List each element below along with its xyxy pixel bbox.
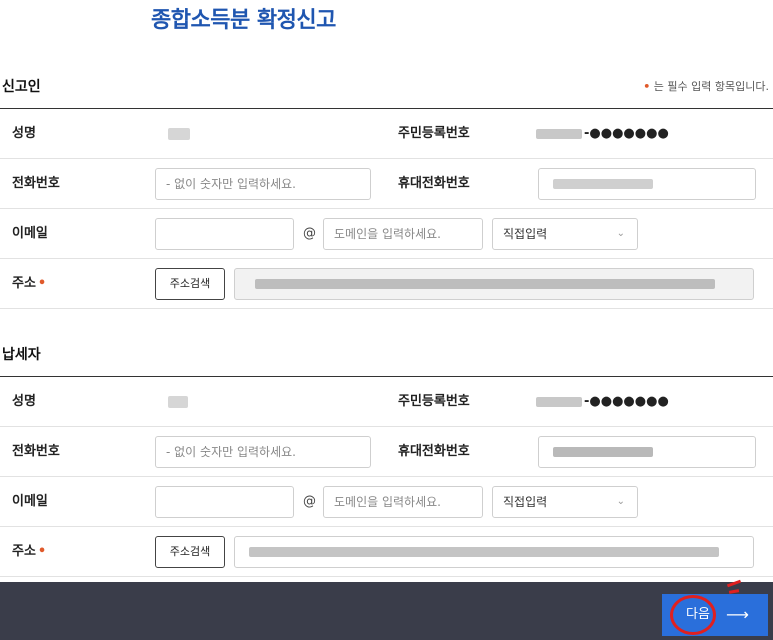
bottom-action-bar bbox=[0, 582, 773, 640]
masked-value bbox=[249, 547, 719, 557]
required-mark: • bbox=[37, 276, 47, 291]
masked-value bbox=[553, 179, 653, 189]
taxpayer-rrn-label: 주민등록번호 bbox=[398, 394, 470, 409]
taxpayer-form: 성명 주민등록번호 -●●●●●●● 전화번호 - 없이 숫자만 입력하세요. … bbox=[0, 376, 773, 577]
reporter-email-id-input[interactable] bbox=[155, 218, 294, 250]
taxpayer-address-row: 주소 • 주소검색 bbox=[0, 527, 773, 577]
reporter-domain-select[interactable]: 직접입력 ⌄ bbox=[492, 218, 638, 250]
reporter-domain-select-value: 직접입력 bbox=[503, 227, 548, 241]
reporter-phone-input[interactable]: - 없이 숫자만 입력하세요. bbox=[155, 168, 371, 200]
taxpayer-address-label-text: 주소 bbox=[12, 544, 36, 559]
taxpayer-domain-input[interactable]: 도메인을 입력하세요. bbox=[323, 486, 483, 518]
reporter-email-at: @ bbox=[303, 226, 316, 241]
masked-value bbox=[255, 279, 715, 289]
taxpayer-rrn-suffix: -●●●●●●● bbox=[584, 394, 669, 409]
taxpayer-email-id-input[interactable] bbox=[155, 486, 294, 518]
taxpayer-email-row: 이메일 @ 도메인을 입력하세요. 직접입력 ⌄ bbox=[0, 477, 773, 527]
page-title: 종합소득분 확정신고 bbox=[151, 8, 336, 33]
required-mark: • bbox=[37, 544, 47, 559]
reporter-address-row: 주소 • 주소검색 bbox=[0, 259, 773, 309]
next-button-label: 다음 bbox=[686, 607, 710, 622]
taxpayer-section-header: 납세자 bbox=[0, 344, 773, 368]
reporter-phone-row: 전화번호 - 없이 숫자만 입력하세요. 휴대전화번호 bbox=[0, 159, 773, 209]
taxpayer-phone-row: 전화번호 - 없이 숫자만 입력하세요. 휴대전화번호 bbox=[0, 427, 773, 477]
masked-value bbox=[553, 447, 653, 457]
taxpayer-email-label: 이메일 bbox=[12, 494, 48, 509]
reporter-rrn-value: -●●●●●●● bbox=[536, 109, 669, 159]
taxpayer-name-label: 성명 bbox=[12, 394, 36, 409]
reporter-address-label: 주소 • bbox=[12, 259, 46, 309]
taxpayer-phone-label: 전화번호 bbox=[12, 444, 60, 459]
taxpayer-section-title: 납세자 bbox=[2, 347, 41, 363]
chevron-down-icon: ⌄ bbox=[616, 228, 625, 239]
reporter-domain-input[interactable]: 도메인을 입력하세요. bbox=[323, 218, 483, 250]
reporter-address-search-button[interactable]: 주소검색 bbox=[155, 268, 225, 300]
reporter-phone-label: 전화번호 bbox=[12, 176, 60, 191]
required-note: • 는 필수 입력 항목입니다. bbox=[643, 78, 769, 94]
reporter-name-row: 성명 주민등록번호 -●●●●●●● bbox=[0, 109, 773, 159]
reporter-rrn-label: 주민등록번호 bbox=[398, 126, 470, 141]
reporter-section-header: 신고인 • 는 필수 입력 항목입니다. bbox=[0, 76, 773, 100]
taxpayer-address-label: 주소 • bbox=[12, 527, 46, 577]
reporter-email-row: 이메일 @ 도메인을 입력하세요. 직접입력 ⌄ bbox=[0, 209, 773, 259]
reporter-address-label-text: 주소 bbox=[12, 276, 36, 291]
reporter-rrn-suffix: -●●●●●●● bbox=[584, 126, 669, 141]
next-button[interactable]: 다음 ⟶ bbox=[662, 594, 768, 636]
taxpayer-name-row: 성명 주민등록번호 -●●●●●●● bbox=[0, 377, 773, 427]
taxpayer-address-input[interactable] bbox=[234, 536, 754, 568]
rrn-masked-prefix bbox=[536, 128, 582, 139]
reporter-name-label: 성명 bbox=[12, 126, 36, 141]
taxpayer-address-search-button[interactable]: 주소검색 bbox=[155, 536, 225, 568]
reporter-section-title: 신고인 bbox=[2, 79, 41, 95]
taxpayer-email-at: @ bbox=[303, 494, 316, 509]
taxpayer-domain-select-value: 직접입력 bbox=[503, 495, 548, 509]
taxpayer-mobile-label: 휴대전화번호 bbox=[398, 444, 470, 459]
required-note-text: 는 필수 입력 항목입니다. bbox=[650, 80, 769, 93]
reporter-address-input[interactable] bbox=[234, 268, 754, 300]
rrn-masked-prefix bbox=[536, 396, 582, 407]
taxpayer-domain-select[interactable]: 직접입력 ⌄ bbox=[492, 486, 638, 518]
reporter-mobile-input[interactable] bbox=[538, 168, 756, 200]
taxpayer-mobile-input[interactable] bbox=[538, 436, 756, 468]
reporter-mobile-label: 휴대전화번호 bbox=[398, 176, 470, 191]
reporter-email-label: 이메일 bbox=[12, 226, 48, 241]
arrow-right-icon: ⟶ bbox=[726, 605, 749, 624]
reporter-form: 성명 주민등록번호 -●●●●●●● 전화번호 - 없이 숫자만 입력하세요. … bbox=[0, 108, 773, 309]
taxpayer-phone-input[interactable]: - 없이 숫자만 입력하세요. bbox=[155, 436, 371, 468]
taxpayer-name-value bbox=[168, 396, 188, 408]
reporter-name-value bbox=[168, 128, 190, 140]
chevron-down-icon: ⌄ bbox=[616, 496, 625, 507]
taxpayer-rrn-value: -●●●●●●● bbox=[536, 377, 669, 427]
